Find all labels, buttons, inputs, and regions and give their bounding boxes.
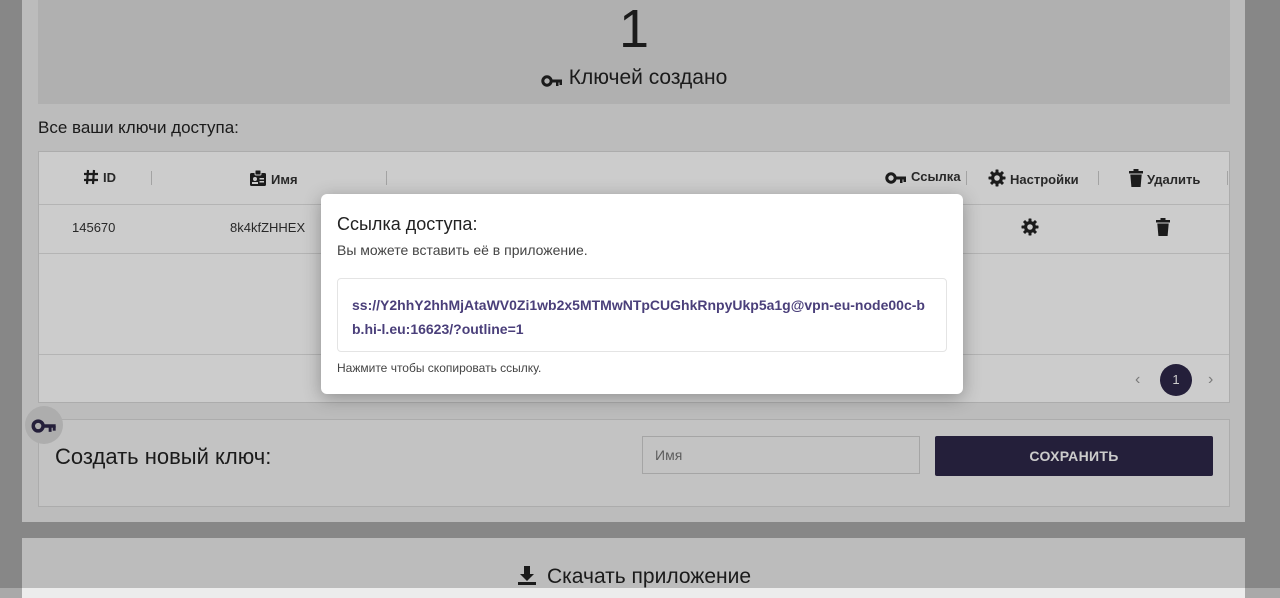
access-link-modal: Ссылка доступа: Вы можете вставить её в … <box>321 194 963 394</box>
modal-hint: Нажмите чтобы скопировать ссылку. <box>337 361 542 375</box>
access-link-copy-box[interactable]: ss://Y2hhY2hhMjAtaWV0Zi1wb2x5MTMwNTpCUGh… <box>337 278 947 352</box>
modal-subtitle: Вы можете вставить её в приложение. <box>337 242 588 258</box>
modal-title: Ссылка доступа: <box>337 214 478 234</box>
